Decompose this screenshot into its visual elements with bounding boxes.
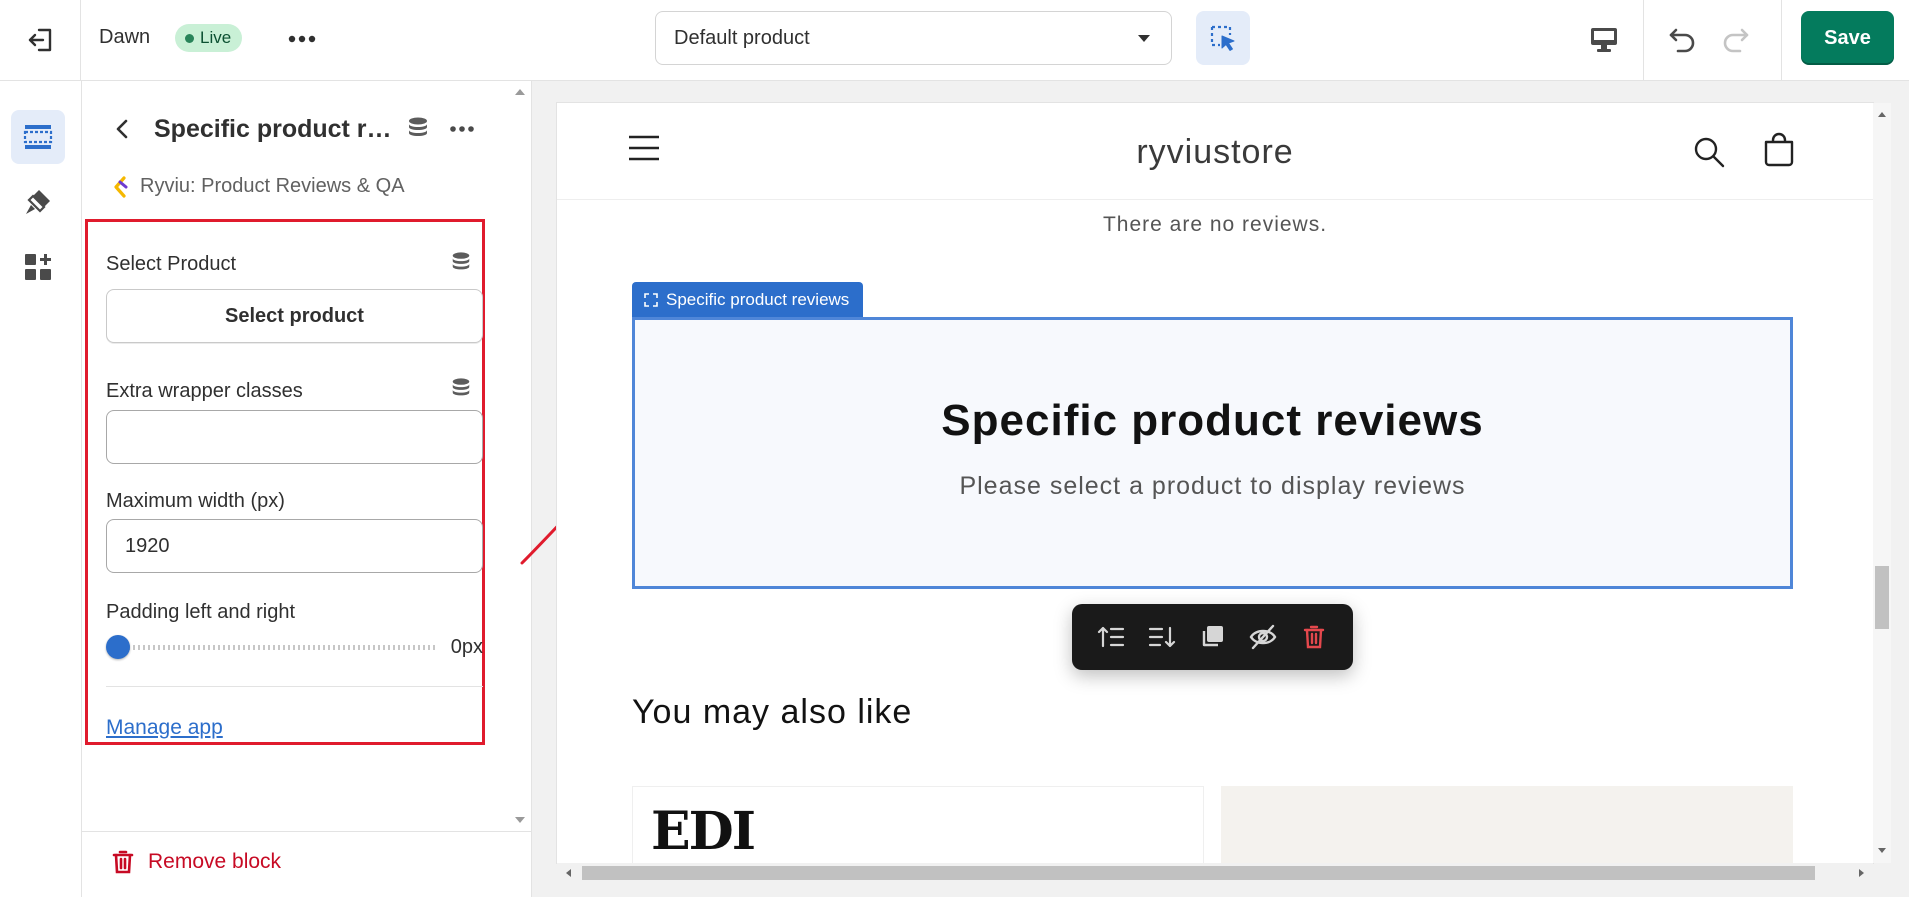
slider-thumb[interactable] <box>106 635 130 659</box>
select-product-button[interactable]: Select product <box>106 289 483 343</box>
theme-settings-icon <box>23 187 53 217</box>
block-settings-panel: Specific product reviews Ryviu: Product … <box>82 81 532 897</box>
divider <box>106 686 483 687</box>
exit-button[interactable] <box>0 0 81 80</box>
scrollbar-thumb[interactable] <box>1875 566 1889 629</box>
divider <box>1643 0 1644 80</box>
save-button[interactable]: Save <box>1801 11 1894 65</box>
editor-nav-rail <box>0 81 82 897</box>
store-name[interactable]: ryviustore <box>557 133 1873 172</box>
slider-track[interactable] <box>118 645 436 650</box>
exit-icon <box>26 26 54 54</box>
padding-value: 0px <box>450 636 483 658</box>
live-badge-label: Live <box>200 28 232 47</box>
cart-icon[interactable] <box>1763 132 1795 168</box>
more-horizontal-icon <box>288 35 316 43</box>
select-cursor-icon <box>1208 23 1238 53</box>
remove-block-row: Remove block <box>82 831 532 897</box>
template-select[interactable]: Default product <box>655 11 1172 65</box>
select-product-label: Select Product <box>106 253 237 275</box>
template-select-value: Default product <box>674 26 810 49</box>
more-horizontal-icon <box>450 126 474 132</box>
duplicate-icon <box>1199 624 1225 650</box>
trash-icon <box>1303 625 1325 649</box>
block-actions-button[interactable] <box>444 113 480 145</box>
live-badge: Live <box>175 24 243 52</box>
caret-down-icon <box>1137 34 1151 43</box>
rail-theme-settings-button[interactable] <box>11 175 65 229</box>
select-frame-icon <box>644 292 658 307</box>
maximum-width-input[interactable] <box>106 519 483 573</box>
product-card[interactable]: EDI <box>632 786 1204 863</box>
scrollbar-thumb[interactable] <box>582 866 1815 880</box>
theme-actions-button[interactable] <box>282 22 322 56</box>
redo-icon <box>1720 24 1752 56</box>
selected-block-tag[interactable]: Specific product reviews <box>632 282 864 317</box>
ryviu-logo-icon <box>112 175 128 198</box>
panel-title: Specific product reviews <box>154 115 399 143</box>
move-down-button[interactable] <box>1142 617 1182 657</box>
app-name: Ryviu: Product Reviews & QA <box>140 175 405 197</box>
dynamic-source-icon[interactable] <box>406 116 430 140</box>
specific-product-reviews-block[interactable]: Specific product reviews Please select a… <box>632 317 1793 589</box>
chevron-left-icon <box>115 118 129 140</box>
manage-app-link[interactable]: Manage app <box>106 716 223 740</box>
selected-block-tag-label: Specific product reviews <box>666 289 850 309</box>
desktop-preview-button[interactable] <box>1580 18 1628 62</box>
status-dot-icon <box>185 33 194 43</box>
no-reviews-text: There are no reviews. <box>1102 213 1328 236</box>
duplicate-button[interactable] <box>1192 617 1232 657</box>
back-button[interactable] <box>104 111 140 147</box>
top-bar: Dawn Live Default product Save <box>0 0 1909 81</box>
redo-button[interactable] <box>1714 18 1758 62</box>
app-attribution: Ryviu: Product Reviews & QA <box>112 175 405 198</box>
panel-header: Specific product reviews <box>82 101 502 161</box>
search-icon[interactable] <box>1693 136 1725 168</box>
extra-wrapper-classes-input[interactable] <box>106 410 483 464</box>
trash-icon <box>112 850 134 874</box>
extra-wrapper-classes-label: Extra wrapper classes <box>106 380 303 402</box>
also-like-heading: You may also like <box>632 693 913 731</box>
padding-label: Padding left and right <box>106 601 296 623</box>
desktop-icon <box>1589 26 1619 54</box>
move-up-icon <box>1097 624 1125 650</box>
padding-slider[interactable]: 0px <box>106 632 483 662</box>
hide-block-button[interactable] <box>1243 617 1283 657</box>
move-up-button[interactable] <box>1091 617 1131 657</box>
undo-icon <box>1666 24 1698 56</box>
dynamic-source-icon[interactable] <box>450 251 472 273</box>
store-header: ryviustore <box>557 103 1873 200</box>
block-toolbar <box>1072 604 1353 670</box>
eye-off-icon <box>1248 624 1278 650</box>
app-embeds-icon <box>23 252 53 282</box>
remove-block-label: Remove block <box>148 850 282 873</box>
undo-button[interactable] <box>1660 18 1704 62</box>
dynamic-source-icon[interactable] <box>450 377 472 399</box>
remove-block-button[interactable]: Remove block <box>112 850 281 874</box>
divider <box>1781 0 1782 80</box>
preview-vertical-scrollbar[interactable] <box>1873 103 1891 863</box>
block-subtext: Please select a product to display revie… <box>959 472 1466 500</box>
product-logo-text: EDI <box>651 801 756 862</box>
rail-app-embeds-button[interactable] <box>11 240 65 294</box>
maximum-width-label: Maximum width (px) <box>106 490 285 512</box>
sections-icon <box>23 123 53 151</box>
inspector-toggle-button[interactable] <box>1196 11 1250 65</box>
preview-horizontal-scrollbar[interactable] <box>557 863 1873 883</box>
theme-name: Dawn <box>99 26 151 48</box>
delete-block-button[interactable] <box>1294 617 1334 657</box>
rail-sections-button[interactable] <box>11 110 65 164</box>
move-down-icon <box>1148 624 1176 650</box>
storefront-preview: ryviustore There are no reviews. Specifi… <box>557 103 1873 863</box>
block-heading: Specific product reviews <box>941 396 1484 445</box>
product-card[interactable] <box>1221 786 1793 863</box>
